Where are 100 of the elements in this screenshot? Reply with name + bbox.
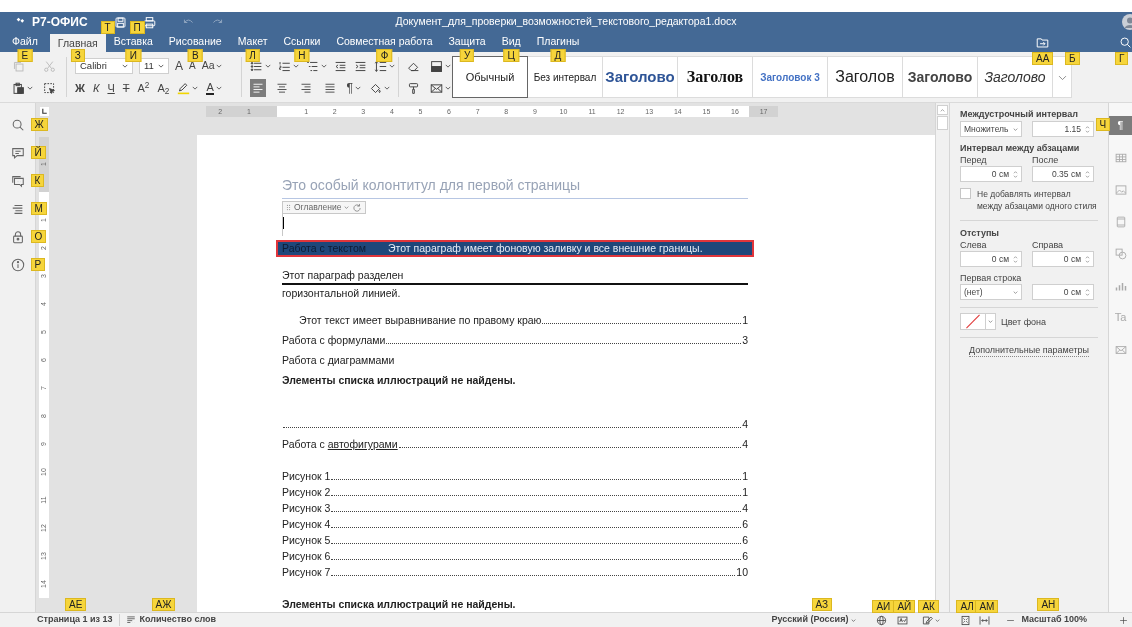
caret-icon[interactable] <box>1013 127 1018 131</box>
ribbon-tab[interactable]: Ссылки <box>275 34 329 48</box>
link[interactable]: автофигурами <box>327 438 398 450</box>
zoom-in-icon[interactable] <box>1119 615 1128 625</box>
subscript-button[interactable]: A$_{2}$ <box>157 81 170 95</box>
save-icon[interactable] <box>113 15 127 29</box>
style-preset[interactable]: Заголов <box>677 56 753 98</box>
font-size-select[interactable]: 11 <box>139 58 169 74</box>
ribbon-tab[interactable]: Совместная работа <box>328 34 441 48</box>
caret-icon[interactable] <box>445 64 451 68</box>
ribbon-tab[interactable]: Рисование <box>160 34 230 48</box>
bold-button[interactable]: Ж <box>75 81 85 95</box>
caret-icon[interactable] <box>158 64 164 68</box>
spacing-value-field[interactable]: 1.15 <box>1032 121 1094 137</box>
ribbon-tab[interactable]: Вид <box>493 34 529 48</box>
decrease-indent-icon[interactable] <box>334 59 347 73</box>
fit-page-icon[interactable] <box>960 614 972 626</box>
grow-font-button[interactable]: A <box>175 59 183 73</box>
underline-button[interactable]: Ч <box>107 81 115 95</box>
caret-icon[interactable] <box>27 86 33 90</box>
spacing-mode-select[interactable]: Множитель <box>960 121 1022 137</box>
superscript-button[interactable]: A$^{2}$ <box>137 81 150 95</box>
paragraph-settings-tab[interactable]: ¶ <box>1108 116 1132 135</box>
change-case-button[interactable]: Aa <box>201 58 215 74</box>
page-number: 3 <box>742 333 748 347</box>
page-number: 4 <box>742 437 748 451</box>
multilevel-list-icon[interactable] <box>306 59 319 73</box>
chat-icon[interactable] <box>10 174 25 188</box>
checkbox[interactable] <box>960 188 971 199</box>
caret-icon[interactable] <box>215 86 222 90</box>
caret-icon[interactable] <box>293 64 299 68</box>
style-preset[interactable]: Заголов <box>827 56 903 98</box>
tab-stop-icon[interactable] <box>40 106 49 116</box>
font-name-select[interactable]: Calibri <box>75 58 133 74</box>
caret-icon[interactable] <box>321 64 327 68</box>
navigation-icon[interactable] <box>10 202 25 216</box>
advanced-settings-link[interactable]: Дополнительные параметры <box>968 344 1090 357</box>
numbered-list-icon[interactable] <box>278 59 291 73</box>
ribbon-tab[interactable]: Макет <box>229 34 276 48</box>
first-line-select[interactable]: (нет) <box>960 284 1022 300</box>
strike-button[interactable]: Т <box>122 81 130 95</box>
spacing-after-field[interactable]: 0.35 см <box>1032 166 1094 182</box>
refresh-icon[interactable] <box>352 202 363 213</box>
language-select[interactable]: Русский (Россия) <box>771 613 857 627</box>
caret-icon[interactable] <box>122 64 128 68</box>
first-line-field[interactable]: 0 см <box>1032 284 1094 300</box>
font-size-value: 11 <box>144 58 154 73</box>
comment-icon[interactable] <box>10 146 25 160</box>
highlighter-icon[interactable] <box>177 81 191 95</box>
toc-control[interactable]: Оглавление <box>282 201 367 214</box>
style-preset[interactable]: Заголовок 3 <box>752 56 828 98</box>
ribbon-tab[interactable]: Плагины <box>528 34 588 48</box>
ribbon-tab[interactable]: Главная <box>49 34 106 52</box>
info-icon[interactable] <box>10 258 25 272</box>
caret-icon[interactable] <box>389 64 395 68</box>
grip-icon[interactable] <box>286 204 291 211</box>
paragraph-mark-button[interactable]: ¶ <box>346 79 353 97</box>
increase-indent-icon[interactable] <box>354 59 367 73</box>
color-scheme-icon[interactable] <box>430 59 443 73</box>
word-count-button[interactable]: Количество слов <box>125 613 217 627</box>
caret-icon[interactable] <box>384 86 390 90</box>
indent-right-field[interactable]: 0 см <box>1032 251 1094 267</box>
search-icon[interactable] <box>10 118 25 132</box>
scrollbar-thumb[interactable] <box>937 116 948 130</box>
caret-icon[interactable] <box>851 618 857 622</box>
fit-width-icon[interactable] <box>979 614 991 626</box>
paste-icon[interactable] <box>12 81 25 95</box>
caret-icon[interactable] <box>935 618 941 622</box>
caret-icon[interactable] <box>265 64 271 68</box>
spacing-before-field[interactable]: 0 см <box>960 166 1022 182</box>
format-painter-icon[interactable] <box>407 81 420 95</box>
style-preset[interactable]: Заголово <box>902 56 978 98</box>
align-left-button[interactable] <box>250 79 267 97</box>
mail-icon[interactable] <box>430 81 443 95</box>
caret-icon[interactable] <box>988 320 993 323</box>
caret-icon[interactable] <box>445 86 451 90</box>
select-all-icon[interactable] <box>43 81 56 95</box>
ribbon-tab[interactable]: Файл <box>4 34 46 48</box>
caret-icon[interactable] <box>1013 290 1018 294</box>
paint-bucket-icon[interactable] <box>369 81 382 95</box>
folder-arrow-icon[interactable] <box>1036 36 1049 49</box>
ribbon-tab[interactable]: Защита <box>440 34 494 48</box>
spellcheck-icon[interactable] <box>897 614 909 626</box>
bulleted-list-icon[interactable] <box>250 59 263 73</box>
style-preset[interactable]: Заголово <box>602 56 678 98</box>
line-spacing-icon[interactable] <box>374 59 387 73</box>
italic-button[interactable]: К <box>92 81 100 95</box>
indent-left-field[interactable]: 0 см <box>960 251 1022 267</box>
font-color-button[interactable]: A <box>206 81 214 95</box>
search-icon[interactable] <box>1119 36 1132 49</box>
caret-icon[interactable] <box>355 86 361 90</box>
ribbon-tab[interactable]: Вставка <box>105 34 161 48</box>
lock-icon[interactable] <box>10 230 25 244</box>
paragraph-text: Этот параграф разделен <box>282 268 405 282</box>
color-picker-button[interactable] <box>960 313 996 330</box>
caret-icon[interactable] <box>215 64 222 68</box>
globe-icon[interactable] <box>876 614 888 626</box>
printer-icon[interactable] <box>142 15 156 29</box>
caret-icon[interactable] <box>344 206 350 209</box>
caret-icon[interactable] <box>192 86 199 90</box>
